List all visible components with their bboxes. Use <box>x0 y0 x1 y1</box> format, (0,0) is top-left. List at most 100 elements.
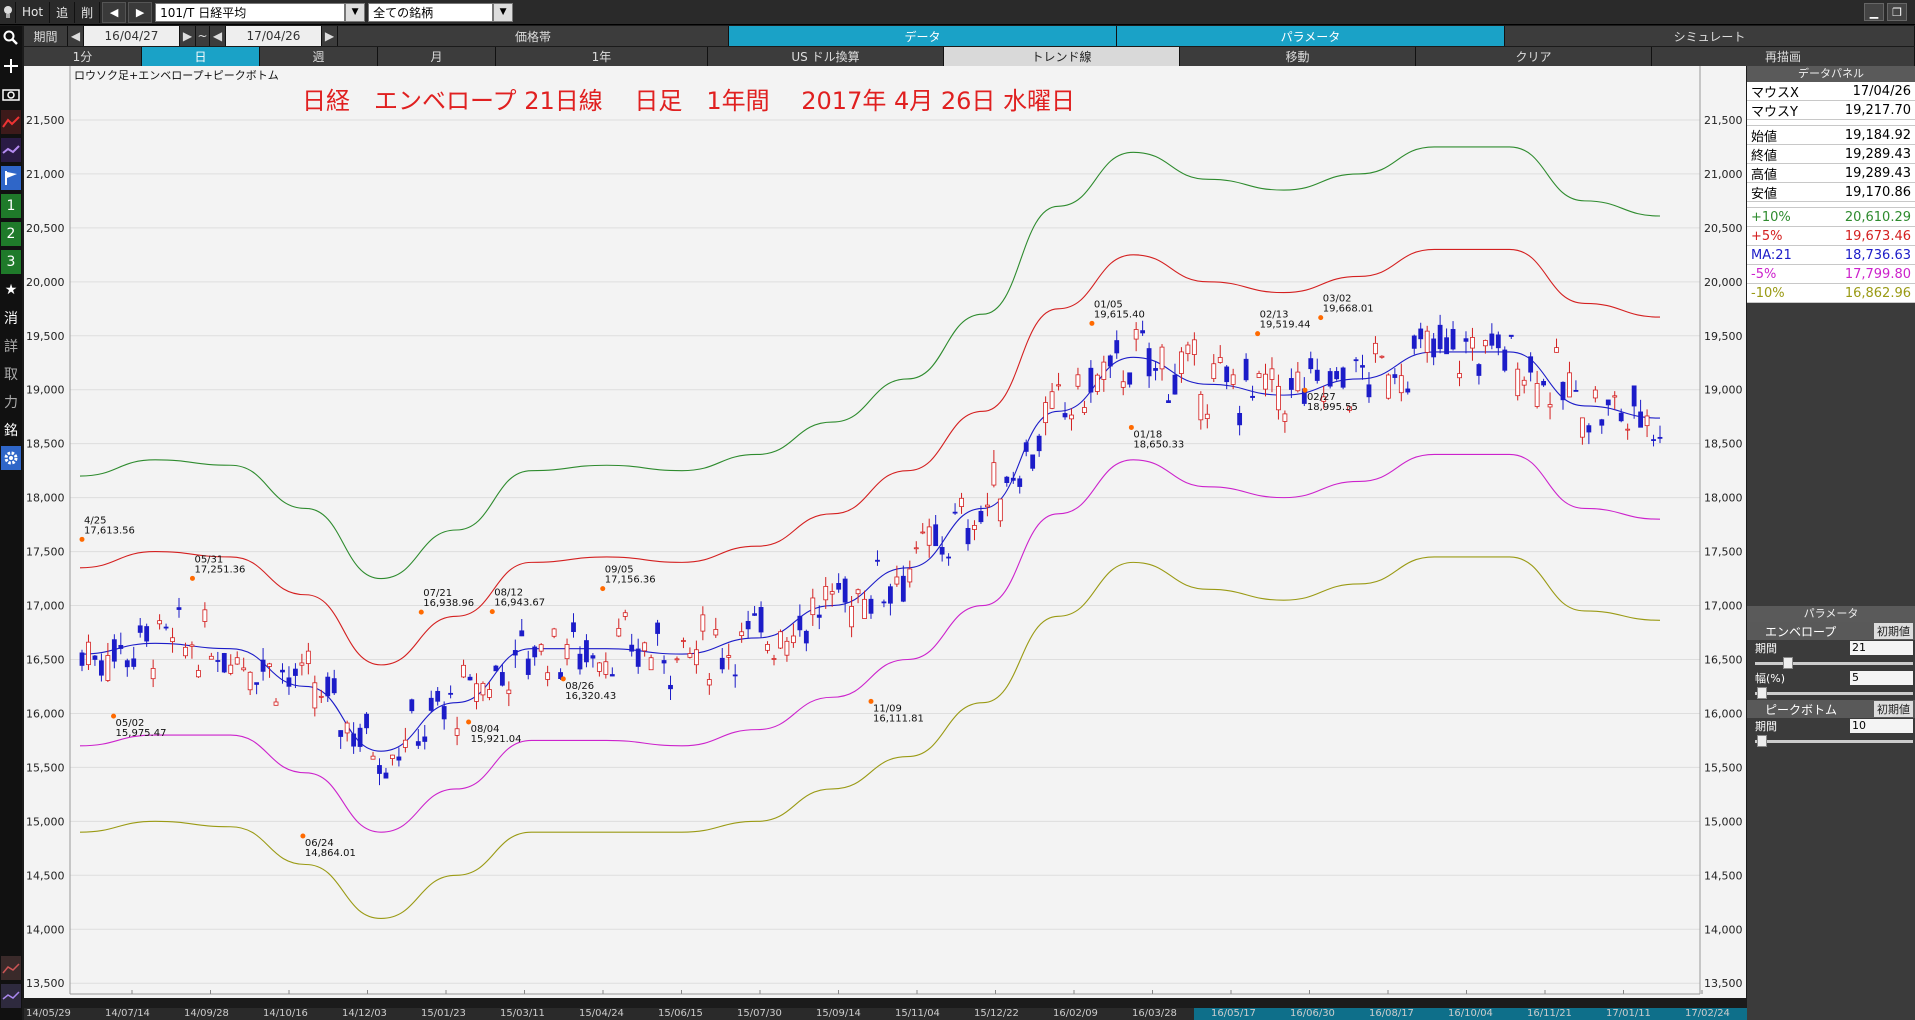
search-icon[interactable] <box>1 26 21 50</box>
mini-trend-icon[interactable] <box>1 984 21 1008</box>
trendline-button[interactable]: トレンド線 <box>944 47 1180 66</box>
candle-body <box>1424 330 1430 353</box>
period-prev-icon[interactable]: ◀ <box>68 26 84 46</box>
timeframe-1year[interactable]: 1年 <box>496 47 708 66</box>
candle-body <box>972 525 977 530</box>
line-chart-icon[interactable] <box>1 110 21 134</box>
candle-body <box>946 556 952 559</box>
overview-date-strip[interactable]: 14/05/29 14/07/14 14/09/28 14/10/16 14/12/03… <box>24 1008 1915 1020</box>
flag-icon[interactable] <box>1 166 21 190</box>
candle-body <box>868 598 874 614</box>
candle-body <box>1586 425 1592 433</box>
candle-body <box>687 653 693 658</box>
envelope-width-label: 幅(%) <box>1755 672 1786 685</box>
universe-select[interactable]: 全ての銘柄 <box>368 2 494 22</box>
symbol-input[interactable]: 101/T 日経平均 <box>155 2 346 22</box>
data-panel-row-value: 19,289.43 <box>1844 146 1911 162</box>
candle-body <box>364 713 369 729</box>
candle-body <box>1579 417 1585 438</box>
add-button[interactable]: 追 <box>50 1 76 23</box>
indicator-1-button[interactable]: 1 <box>1 194 21 218</box>
candle-body <box>525 658 531 675</box>
candle-body <box>1541 380 1546 386</box>
symbol-dropdown-icon[interactable]: ▼ <box>345 2 366 22</box>
envelope-period-input[interactable]: 21 <box>1850 641 1913 655</box>
y-tick-label: 17,500 <box>26 546 65 559</box>
timeframe-monthly[interactable]: 月 <box>378 47 496 66</box>
indicator-2-button[interactable]: 2 <box>1 222 21 246</box>
peak-bottom-period-input[interactable]: 10 <box>1850 719 1913 733</box>
tab-price-range[interactable]: 価格帯 <box>338 26 729 46</box>
candle-body <box>1457 373 1462 379</box>
candle-body <box>86 641 91 666</box>
redraw-button[interactable]: 再描画 <box>1652 47 1915 66</box>
candle-body <box>1521 379 1527 386</box>
candle-body <box>616 627 622 637</box>
envelope-section: エンベロープ 初期値 <box>1747 622 1915 640</box>
y-tick-label-right: 21,000 <box>1704 168 1743 181</box>
candle-body <box>1282 413 1288 422</box>
candle-body <box>881 601 887 604</box>
crosshair-icon[interactable] <box>1 54 21 78</box>
delete-button[interactable]: 削 <box>75 1 101 23</box>
tab-parameters[interactable]: パラメータ <box>1117 26 1505 46</box>
envelope-reset-button[interactable]: 初期値 <box>1874 623 1913 639</box>
detail-button[interactable]: 詳 <box>1 334 21 358</box>
gear-icon[interactable] <box>1 446 21 470</box>
candle-body <box>441 706 447 720</box>
candle-body <box>810 597 816 616</box>
chart-area[interactable]: 21,500 21,500 21,000 21,000 20,500 20,500 20,0… <box>24 66 1746 998</box>
envelope-width-slider[interactable] <box>1755 686 1913 700</box>
restore-button[interactable]: ❐ <box>1887 3 1907 21</box>
timeframe-1min[interactable]: 1分 <box>24 47 142 66</box>
next-symbol-button[interactable]: ▶ <box>128 1 153 23</box>
candle-body <box>816 614 822 618</box>
minimize-button[interactable]: ▁ <box>1864 3 1884 21</box>
input-button[interactable]: 力 <box>1 390 21 414</box>
peak-bottom-value: 16,320.43 <box>565 691 616 702</box>
mini-chart-icon[interactable] <box>1 956 21 980</box>
peak-bottom-value: 19,615.40 <box>1094 309 1145 320</box>
peak-bottom-marker <box>79 536 85 542</box>
candle-body <box>952 511 958 514</box>
candle-body <box>1547 404 1553 408</box>
indicator-3-button[interactable]: 3 <box>1 250 21 274</box>
timeframe-daily[interactable]: 日 <box>142 47 260 66</box>
candle-body <box>603 661 609 675</box>
price-chart[interactable]: 21,500 21,500 21,000 21,000 20,500 20,500 20,0… <box>24 66 1746 998</box>
to-date-prev-icon[interactable]: ◀ <box>210 26 226 46</box>
move-button[interactable]: 移動 <box>1180 47 1416 66</box>
prev-symbol-button[interactable]: ◀ <box>102 1 127 23</box>
candle-body <box>357 727 363 747</box>
hot-button[interactable]: Hot <box>16 1 51 23</box>
trend-icon[interactable] <box>1 138 21 162</box>
candle-body <box>829 591 835 595</box>
candle-body <box>383 772 389 779</box>
peak-bottom-period-slider[interactable] <box>1755 734 1913 748</box>
period-next-icon[interactable]: ▶ <box>322 26 338 46</box>
candle-body <box>1373 342 1378 355</box>
universe-dropdown-icon[interactable]: ▼ <box>493 2 514 22</box>
envelope-period-slider[interactable] <box>1755 656 1913 670</box>
peak-bottom-reset-button[interactable]: 初期値 <box>1874 701 1913 717</box>
symbol-button[interactable]: 銘 <box>1 418 21 442</box>
data-panel-row-value: 19,184.92 <box>1844 127 1911 143</box>
fetch-button[interactable]: 取 <box>1 362 21 386</box>
usd-convert-button[interactable]: US ドル換算 <box>708 47 944 66</box>
clear-button[interactable]: クリア <box>1416 47 1652 66</box>
star-icon[interactable]: ★ <box>1 278 21 302</box>
overview-date-label: 16/08/17 <box>1369 1008 1414 1019</box>
timeframe-weekly[interactable]: 週 <box>260 47 378 66</box>
to-date-input[interactable]: 17/04/26 <box>226 26 322 46</box>
tab-data[interactable]: データ <box>729 26 1117 46</box>
from-date-input[interactable]: 16/04/27 <box>84 26 180 46</box>
data-panel-row: 終値 19,289.43 <box>1747 145 1915 164</box>
camera-icon[interactable] <box>1 82 21 106</box>
candle-body <box>1476 364 1482 376</box>
envelope-width-input[interactable]: 5 <box>1850 671 1913 685</box>
tab-simulate[interactable]: シミュレート <box>1505 26 1915 46</box>
candle-body <box>1217 357 1223 363</box>
from-date-next-icon[interactable]: ▶ <box>180 26 196 46</box>
erase-button[interactable]: 消 <box>1 306 21 330</box>
bulb-icon[interactable] <box>0 1 16 23</box>
